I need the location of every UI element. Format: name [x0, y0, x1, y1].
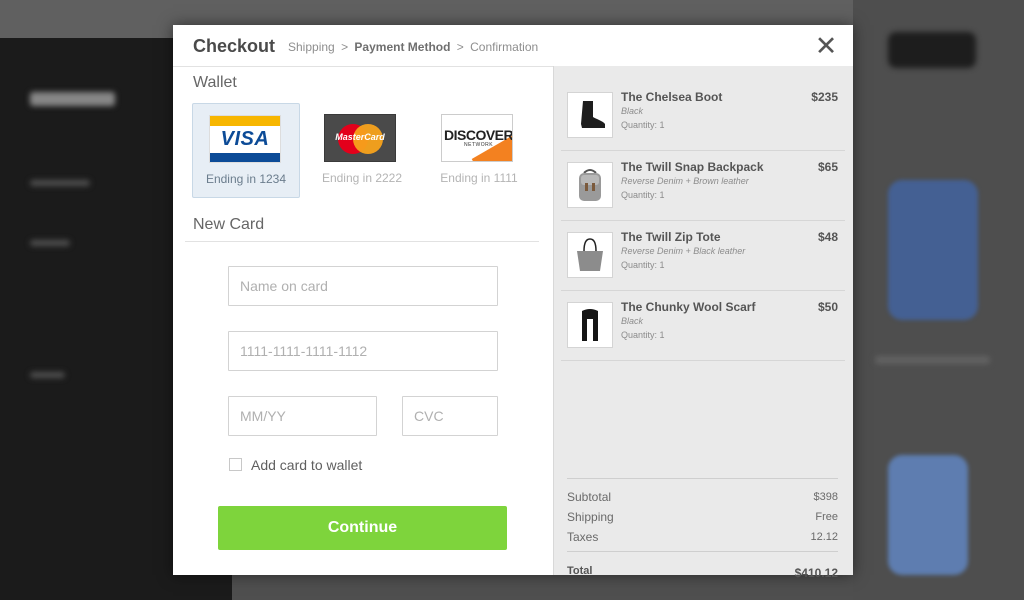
subtotal-value: $398 — [813, 491, 838, 503]
card-ending-label: Ending in 1234 — [205, 172, 287, 186]
cvc-input[interactable] — [402, 396, 498, 436]
add-to-wallet-label[interactable]: Add card to wallet — [251, 457, 362, 473]
order-item: The Chelsea Boot Black Quantity: 1 $235 — [561, 80, 845, 151]
item-price: $50 — [817, 300, 838, 314]
mastercard-logo-icon: MasterCard — [324, 114, 396, 162]
item-name: The Chelsea Boot — [621, 90, 723, 104]
subtotal-label: Subtotal — [567, 490, 612, 504]
total-label: Total — [567, 565, 593, 577]
backpack-icon — [567, 162, 613, 208]
continue-button[interactable]: Continue — [218, 506, 507, 550]
name-on-card-input[interactable] — [228, 266, 498, 306]
subtotal-row: Subtotal $398 — [567, 490, 838, 504]
card-ending-label: Ending in 1111 — [440, 171, 518, 185]
totals-divider — [567, 551, 838, 552]
item-quantity: Quantity: 1 — [621, 330, 665, 340]
item-price: $48 — [817, 230, 838, 244]
wallet-heading: Wallet — [193, 74, 237, 91]
order-summary: The Chelsea Boot Black Quantity: 1 $235 … — [553, 66, 853, 580]
item-variant: Black — [621, 316, 644, 326]
order-item: The Chunky Wool Scarf Black Quantity: 1 … — [561, 290, 845, 361]
item-quantity: Quantity: 1 — [621, 190, 665, 200]
scarf-icon — [567, 302, 613, 348]
modal-title: Checkout — [193, 36, 276, 56]
item-price: $65 — [817, 160, 838, 174]
add-to-wallet-checkbox[interactable] — [229, 458, 242, 471]
taxes-row: Taxes 12.12 — [567, 530, 838, 544]
order-item: The Twill Snap Backpack Reverse Denim + … — [561, 150, 845, 221]
total-row: Total $410.12 — [567, 565, 838, 580]
card-ending-label: Ending in 2222 — [321, 171, 403, 185]
shipping-value: Free — [815, 511, 838, 523]
item-quantity: Quantity: 1 — [621, 120, 665, 130]
wallet-card-visa[interactable]: VISA Ending in 1234 — [192, 103, 300, 198]
breadcrumb-confirmation: Confirmation — [470, 40, 539, 54]
discover-logo-text: DISCOVER — [444, 127, 513, 143]
new-card-heading: New Card — [193, 216, 265, 233]
item-name: The Twill Snap Backpack — [621, 160, 764, 174]
order-item: The Twill Zip Tote Reverse Denim + Black… — [561, 220, 845, 291]
item-variant: Reverse Denim + Black leather — [621, 246, 746, 256]
card-number-input[interactable] — [228, 331, 498, 371]
tote-icon — [567, 232, 613, 278]
total-value: $410.12 — [794, 566, 838, 580]
expiry-input[interactable] — [228, 396, 377, 436]
boot-icon — [567, 92, 613, 138]
shipping-row: Shipping Free — [567, 510, 838, 524]
close-icon[interactable]: ✕ — [813, 33, 839, 60]
item-variant: Reverse Denim + Brown leather — [621, 176, 749, 186]
divider — [185, 241, 539, 242]
item-name: The Twill Zip Tote — [621, 230, 721, 244]
modal-header: Checkout Shipping > Payment Method > Con… — [173, 25, 853, 67]
wallet-card-mastercard[interactable]: MasterCard Ending in 2222 — [308, 103, 416, 198]
item-name: The Chunky Wool Scarf — [621, 300, 756, 314]
shipping-label: Shipping — [567, 510, 614, 524]
discover-logo-icon: DISCOVER NETWORK — [441, 114, 513, 162]
discover-network-text: NETWORK — [464, 142, 494, 148]
breadcrumb-separator: > — [341, 40, 349, 54]
item-quantity: Quantity: 1 — [621, 260, 665, 270]
taxes-label: Taxes — [567, 530, 599, 544]
visa-logo-text: VISA — [220, 128, 270, 150]
breadcrumb-payment-method: Payment Method — [354, 40, 451, 54]
taxes-value: 12.12 — [810, 531, 838, 543]
visa-logo-icon: VISA — [209, 115, 281, 163]
payment-pane: Wallet VISA Ending in 1234 MasterCard En… — [173, 66, 553, 575]
breadcrumb: Shipping > Payment Method > Confirmation — [288, 40, 538, 54]
breadcrumb-shipping[interactable]: Shipping — [288, 40, 335, 54]
item-price: $235 — [811, 90, 838, 104]
item-variant: Black — [621, 106, 644, 116]
breadcrumb-separator: > — [456, 40, 464, 54]
mastercard-logo-text: MasterCard — [335, 132, 385, 142]
totals-divider — [567, 478, 838, 479]
checkout-modal: Checkout Shipping > Payment Method > Con… — [173, 25, 853, 580]
wallet-card-discover[interactable]: DISCOVER NETWORK Ending in 1111 — [425, 103, 533, 198]
